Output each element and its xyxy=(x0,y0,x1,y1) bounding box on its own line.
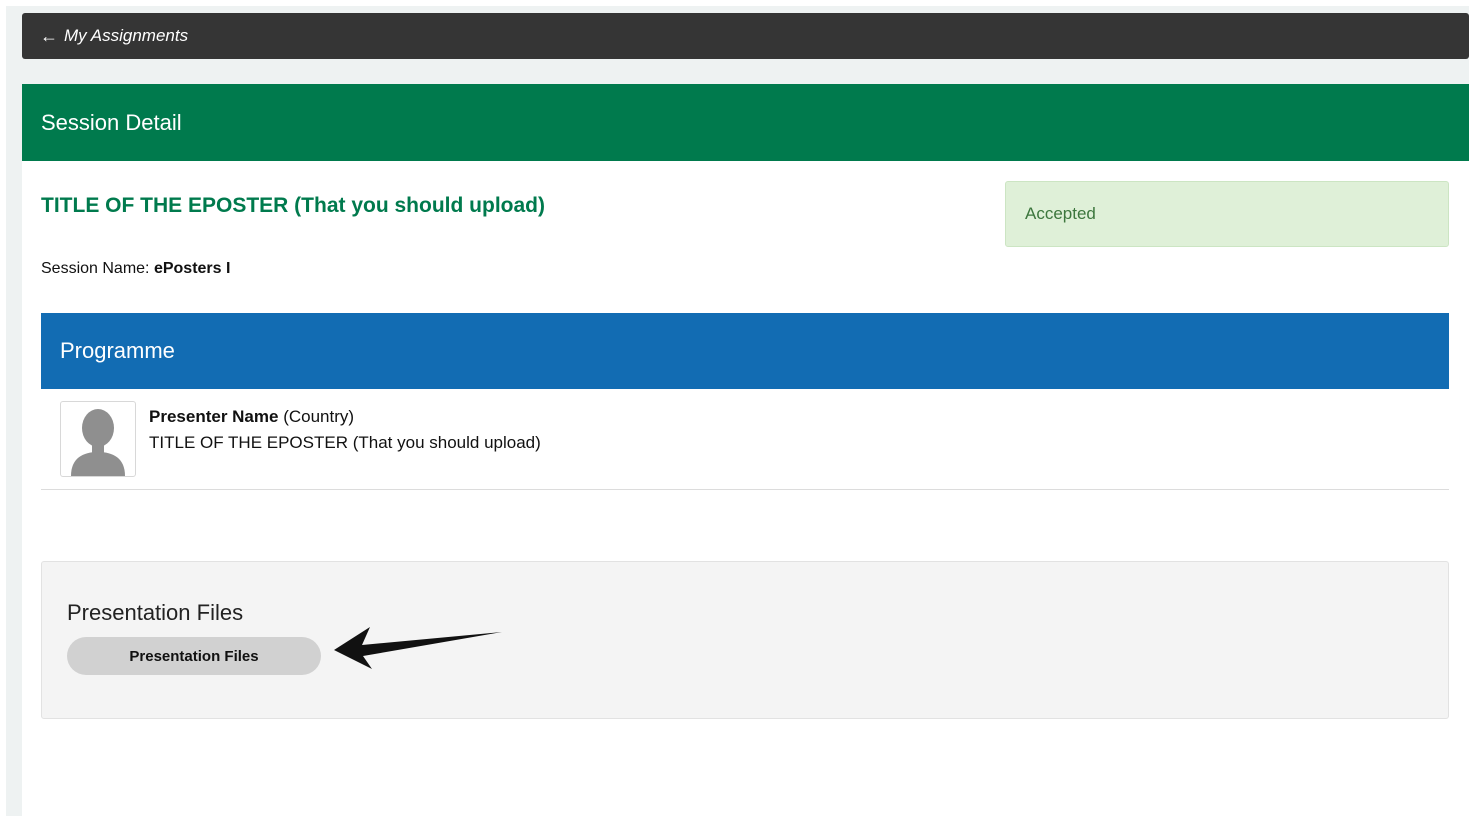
session-name-label: Session Name: xyxy=(41,260,150,277)
status-label: Accepted xyxy=(1025,204,1096,223)
arrow-left-icon: ← xyxy=(40,25,58,46)
presenter-row: Presenter Name (Country) TITLE OF THE EP… xyxy=(41,389,1449,490)
presentation-files-title: Presentation Files xyxy=(67,600,244,625)
presentation-files-button[interactable]: Presentation Files xyxy=(67,637,321,675)
presenter-country: (Country) xyxy=(283,407,355,426)
presenter-name: Presenter Name xyxy=(149,407,279,426)
presenter-info: Presenter Name (Country) TITLE OF THE EP… xyxy=(149,404,541,456)
session-name-value: ePosters I xyxy=(153,260,231,277)
back-to-assignments-link[interactable]: ← My Assignments xyxy=(22,13,1469,59)
card-header: Session Detail xyxy=(22,84,1469,161)
poster-title: TITLE OF THE EPOSTER (That you should up… xyxy=(41,194,545,217)
status-badge: Accepted xyxy=(1005,181,1449,247)
avatar xyxy=(60,401,136,477)
programme-header: Programme xyxy=(41,313,1449,389)
session-name: Session Name: ePosters I xyxy=(41,260,230,278)
presentation-files-panel: Presentation Files Presentation Files xyxy=(41,561,1449,719)
presentation-title: TITLE OF THE EPOSTER (That you should up… xyxy=(149,433,541,452)
person-silhouette-icon xyxy=(71,409,125,476)
arrow-left-icon xyxy=(334,627,502,669)
back-link-label: My Assignments xyxy=(64,26,189,45)
session-detail-card: Session Detail TITLE OF THE EPOSTER (Tha… xyxy=(22,84,1469,816)
